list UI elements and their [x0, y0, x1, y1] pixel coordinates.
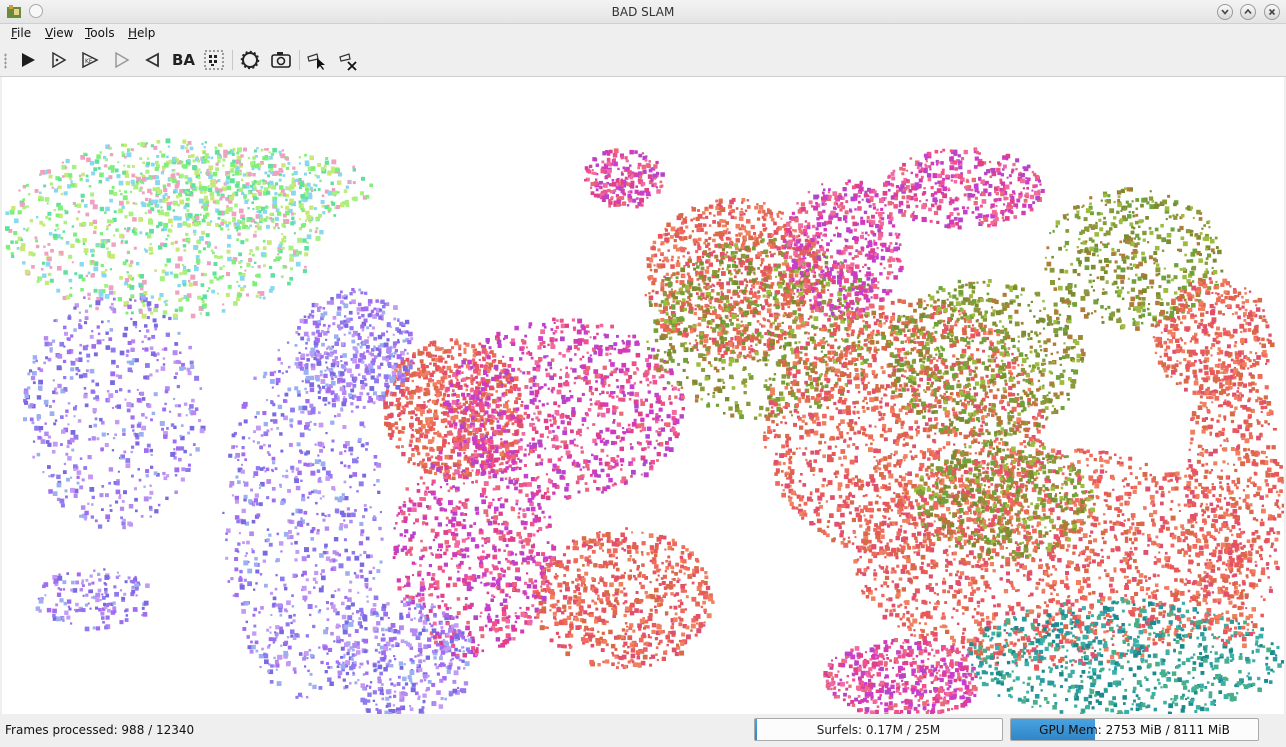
frames-processed-text: Frames processed: 988 / 12340 [5, 723, 195, 737]
run-button[interactable] [15, 48, 41, 72]
menu-file[interactable]: File [11, 26, 31, 40]
menu-view-label: iew [52, 26, 74, 40]
surfels-progress-text: Surfels: 0.17M / 25M [816, 723, 941, 737]
step-frame-button[interactable] [46, 48, 72, 72]
toolbar-grip[interactable] [4, 53, 7, 69]
bundle-adjustment-button[interactable]: BA [170, 48, 198, 72]
toolbar: KF BA [0, 44, 1286, 77]
back-button[interactable] [139, 48, 165, 72]
step-keyframe-icon: KF [82, 51, 99, 69]
close-button[interactable] [1264, 4, 1280, 20]
screenshot-button[interactable] [268, 48, 294, 72]
forward-button[interactable] [108, 48, 134, 72]
step-frame-icon [52, 51, 67, 69]
play-icon [22, 53, 35, 67]
menu-view-mnemonic: V [45, 26, 53, 40]
menu-help-label: elp [137, 26, 156, 40]
back-icon [145, 52, 159, 68]
forward-icon [115, 51, 130, 69]
gpu-memory-progress-text: GPU Mem: 2753 MiB / 8111 MiB [1039, 723, 1230, 737]
title-bar: BAD SLAM [0, 0, 1286, 24]
surfels-progress-bar: Surfels: 0.17M / 25M [754, 718, 1003, 741]
keyframe-label: KF [85, 58, 93, 65]
remove-keyframe-icon [339, 53, 357, 71]
chevron-up-icon [1244, 8, 1252, 15]
grid-dots-icon [204, 50, 224, 70]
clear-selection-button[interactable] [336, 48, 362, 72]
menu-tools[interactable]: Tools [85, 26, 115, 40]
window-title: BAD SLAM [611, 5, 675, 19]
surfel-grid-button[interactable] [201, 48, 227, 72]
render-settings-button[interactable] [237, 48, 263, 72]
menu-help[interactable]: Help [128, 26, 155, 40]
menu-tools-label: ools [90, 26, 115, 40]
minimize-button[interactable] [1217, 4, 1233, 20]
gpu-memory-progress-bar: GPU Mem: 2753 MiB / 8111 MiB [1010, 718, 1259, 741]
maximize-button[interactable] [1240, 4, 1256, 20]
step-keyframe-button[interactable]: KF [77, 48, 103, 72]
close-icon [1268, 8, 1276, 16]
toolbar-separator [232, 50, 233, 70]
status-bar: Frames processed: 988 / 12340 Surfels: 0… [0, 715, 1286, 747]
select-keyframe-button[interactable] [304, 48, 330, 72]
toolbar-separator [299, 50, 300, 70]
chevron-down-icon [1221, 9, 1229, 15]
menu-help-mnemonic: H [128, 26, 138, 40]
3d-viewport[interactable] [2, 77, 1284, 714]
menu-view[interactable]: View [45, 26, 73, 40]
menu-bar: File View Tools Help [0, 24, 1286, 44]
select-cursor-icon [307, 53, 325, 70]
camera-icon [271, 52, 291, 68]
menu-file-label: ile [17, 26, 32, 40]
gear-icon [240, 50, 260, 70]
point-cloud-render [5, 138, 1284, 714]
ba-label: BA [172, 51, 196, 69]
